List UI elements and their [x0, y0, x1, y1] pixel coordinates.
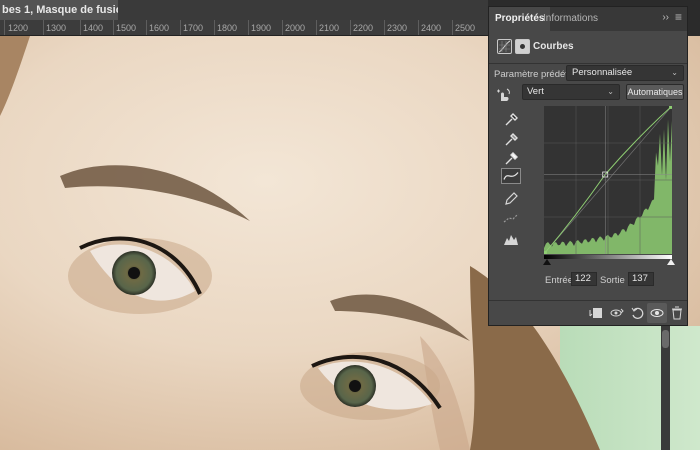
chevron-down-icon: ⌄ — [607, 87, 614, 96]
ruler-tick — [418, 20, 419, 35]
ruler-label: 1400 — [83, 23, 104, 33]
mask-icon[interactable] — [515, 39, 530, 54]
eyedropper-black-icon[interactable] — [502, 111, 520, 127]
ruler-label: 2400 — [421, 23, 442, 33]
ruler-tick — [146, 20, 147, 35]
black-point-slider[interactable] — [543, 259, 551, 265]
document-tab-title: bes 1, Masque de fusion/8) * — [2, 4, 118, 16]
panel-bottom-bar — [489, 300, 687, 325]
adjustment-title: Courbes — [533, 41, 574, 52]
ruler-tick — [282, 20, 283, 35]
trash-icon[interactable] — [670, 306, 684, 320]
ruler-label: 1500 — [116, 23, 137, 33]
ruler-tick — [180, 20, 181, 35]
clipping-warning-icon[interactable] — [502, 231, 520, 247]
panel-divider — [489, 63, 687, 64]
ruler-tick — [43, 20, 44, 35]
ruler-label: 2500 — [455, 23, 476, 33]
smooth-icon[interactable] — [502, 210, 520, 226]
ruler-label: 1900 — [251, 23, 272, 33]
document-tab[interactable]: bes 1, Masque de fusion/8) * — [0, 0, 118, 20]
channel-value: Vert — [527, 86, 544, 97]
tab-strip — [118, 0, 488, 20]
curve-control-point[interactable] — [544, 251, 547, 255]
input-gradient-strip — [544, 255, 672, 259]
panel-tab-bar: Propriétés Informations ›› ≡ — [489, 7, 687, 31]
ruler-label: 1600 — [149, 23, 170, 33]
channel-dropdown[interactable]: Vert ⌄ — [522, 84, 620, 100]
curve-control-point[interactable] — [669, 106, 673, 109]
tab-informations[interactable]: Informations — [537, 7, 604, 31]
preset-value: Personnalisée — [572, 67, 633, 78]
preset-dropdown[interactable]: Personnalisée ⌄ — [566, 65, 684, 81]
ruler-tick — [350, 20, 351, 35]
eye-previous-icon[interactable] — [610, 306, 624, 320]
ruler-label: 1300 — [46, 23, 67, 33]
horizontal-ruler[interactable]: 1200 1300 1400 1500 1600 1700 1800 1900 … — [0, 20, 488, 36]
photo-eye-right-pupil — [349, 380, 361, 392]
curves-icon[interactable] — [497, 39, 512, 54]
input-field[interactable]: 122 — [571, 272, 597, 286]
eyedropper-white-icon[interactable] — [502, 150, 520, 166]
curve-graph[interactable] — [544, 106, 672, 254]
ruler-label: 1800 — [217, 23, 238, 33]
curve-points-icon[interactable] — [501, 168, 521, 184]
mask-icon-dot — [520, 44, 525, 49]
ruler-tick — [214, 20, 215, 35]
ruler-label: 2100 — [319, 23, 340, 33]
output-field[interactable]: 137 — [628, 272, 654, 286]
panel-collapse-icon[interactable]: ›› — [662, 12, 669, 23]
ruler-tick — [452, 20, 453, 35]
clip-layer-icon[interactable] — [589, 306, 603, 320]
auto-button[interactable]: Automatiques — [626, 84, 684, 100]
output-label: Sortie : — [600, 275, 631, 286]
chevron-down-icon: ⌄ — [671, 68, 678, 77]
ruler-tick — [248, 20, 249, 35]
properties-panel: Propriétés Informations ›› ≡ Courbes Par… — [488, 6, 688, 326]
ruler-tick — [80, 20, 81, 35]
pencil-icon[interactable] — [502, 190, 520, 206]
reset-icon[interactable] — [630, 306, 644, 320]
ruler-label: 1700 — [183, 23, 204, 33]
ruler-tick — [316, 20, 317, 35]
eyedropper-gray-icon[interactable] — [502, 131, 520, 147]
ruler-label: 2300 — [387, 23, 408, 33]
curves-icon-glyph — [498, 40, 511, 53]
white-point-slider[interactable] — [667, 259, 675, 265]
scrollbar-thumb[interactable] — [662, 330, 669, 348]
ruler-tick — [113, 20, 114, 35]
adjustment-header: Courbes — [489, 33, 687, 63]
ruler-label: 1200 — [8, 23, 29, 33]
panel-menu-icon[interactable]: ≡ — [675, 10, 682, 24]
ruler-label: 2200 — [353, 23, 374, 33]
eye-icon[interactable] — [650, 306, 664, 320]
hand-target-icon[interactable] — [495, 87, 513, 103]
ruler-tick — [384, 20, 385, 35]
ruler-tick — [4, 20, 5, 35]
ruler-label: 2000 — [285, 23, 306, 33]
photo-eye-left-pupil — [128, 267, 140, 279]
